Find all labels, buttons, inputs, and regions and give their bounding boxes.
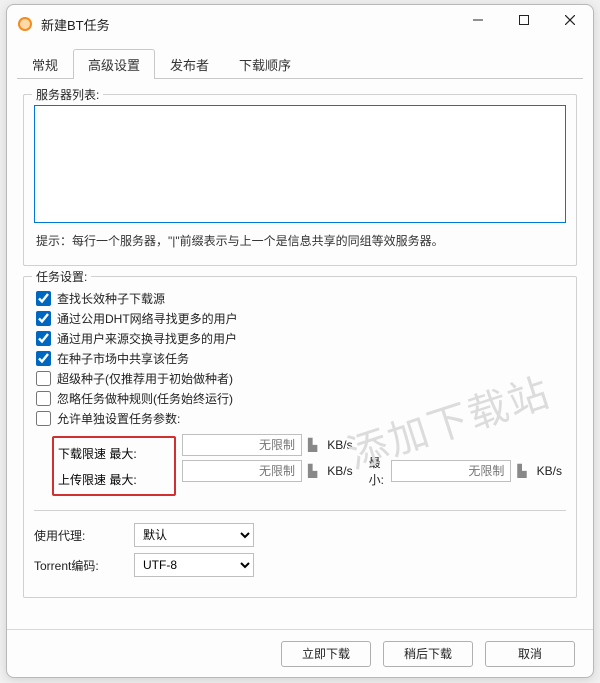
download-limit-label: 下载限速 最大: bbox=[58, 445, 170, 462]
proxy-select[interactable]: 默认 bbox=[134, 523, 254, 547]
chk-allow-params[interactable] bbox=[36, 411, 51, 426]
window-title: 新建BT任务 bbox=[41, 15, 455, 34]
chk-label: 在种子市场中共享该任务 bbox=[57, 350, 189, 367]
task-settings-legend: 任务设置: bbox=[32, 268, 91, 285]
titlebar: 新建BT任务 bbox=[7, 5, 593, 43]
close-button[interactable] bbox=[547, 5, 593, 35]
maximize-button[interactable] bbox=[501, 5, 547, 35]
server-list-hint: 提示：每行一个服务器，"|"前缀表示与上一个是信息共享的同组等效服务器。 bbox=[34, 226, 566, 255]
tab-advanced[interactable]: 高级设置 bbox=[73, 49, 155, 79]
upload-max-input[interactable] bbox=[182, 460, 302, 482]
cancel-button[interactable]: 取消 bbox=[485, 641, 575, 667]
chk-label: 忽略任务做种规则(任务始终运行) bbox=[57, 390, 233, 407]
tab-publisher[interactable]: 发布者 bbox=[155, 49, 224, 79]
upload-min-input[interactable] bbox=[391, 460, 511, 482]
chk-label: 超级种子(仅推荐用于初始做种者) bbox=[57, 370, 233, 387]
dialog-footer: 立即下载 稍后下载 取消 bbox=[7, 629, 593, 677]
server-list-legend: 服务器列表: bbox=[32, 86, 103, 103]
minimize-button[interactable] bbox=[455, 5, 501, 35]
chk-share-market[interactable] bbox=[36, 351, 51, 366]
chk-label: 允许单独设置任务参数: bbox=[57, 410, 180, 427]
spinner-icon[interactable]: ▙ bbox=[517, 464, 526, 478]
task-settings-group: 任务设置: 查找长效种子下载源 通过公用DHT网络寻找更多的用户 通过用户来源交… bbox=[23, 276, 577, 598]
tab-bar: 常规 高级设置 发布者 下载顺序 bbox=[7, 43, 593, 79]
speed-limit-highlight: 下载限速 最大: 上传限速 最大: bbox=[52, 436, 176, 496]
tab-general[interactable]: 常规 bbox=[17, 49, 73, 79]
upload-min-label: 最小: bbox=[369, 454, 386, 488]
upload-limit-label: 上传限速 最大: bbox=[58, 471, 170, 488]
download-later-button[interactable]: 稍后下载 bbox=[383, 641, 473, 667]
chk-super-seed[interactable] bbox=[36, 371, 51, 386]
encoding-select[interactable]: UTF-8 bbox=[134, 553, 254, 577]
server-list-input[interactable] bbox=[34, 105, 566, 223]
chk-long-seed[interactable] bbox=[36, 291, 51, 306]
server-list-group: 服务器列表: 提示：每行一个服务器，"|"前缀表示与上一个是信息共享的同组等效服… bbox=[23, 94, 577, 266]
tab-download-order[interactable]: 下载顺序 bbox=[224, 49, 306, 79]
app-icon bbox=[17, 16, 33, 32]
chk-peer-exchange[interactable] bbox=[36, 331, 51, 346]
chk-label: 通过公用DHT网络寻找更多的用户 bbox=[57, 310, 238, 327]
encoding-label: Torrent编码: bbox=[34, 557, 134, 574]
kbs-label: KB/s bbox=[327, 438, 352, 452]
download-max-input[interactable] bbox=[182, 434, 302, 456]
kbs-label: KB/s bbox=[537, 464, 562, 478]
proxy-label: 使用代理: bbox=[34, 527, 134, 544]
chk-ignore-seed-rules[interactable] bbox=[36, 391, 51, 406]
kbs-label: KB/s bbox=[327, 464, 352, 478]
spinner-icon[interactable]: ▙ bbox=[308, 464, 317, 478]
chk-dht[interactable] bbox=[36, 311, 51, 326]
spinner-icon[interactable]: ▙ bbox=[308, 438, 317, 452]
chk-label: 查找长效种子下载源 bbox=[57, 290, 165, 307]
download-now-button[interactable]: 立即下载 bbox=[281, 641, 371, 667]
chk-label: 通过用户来源交换寻找更多的用户 bbox=[57, 330, 237, 347]
